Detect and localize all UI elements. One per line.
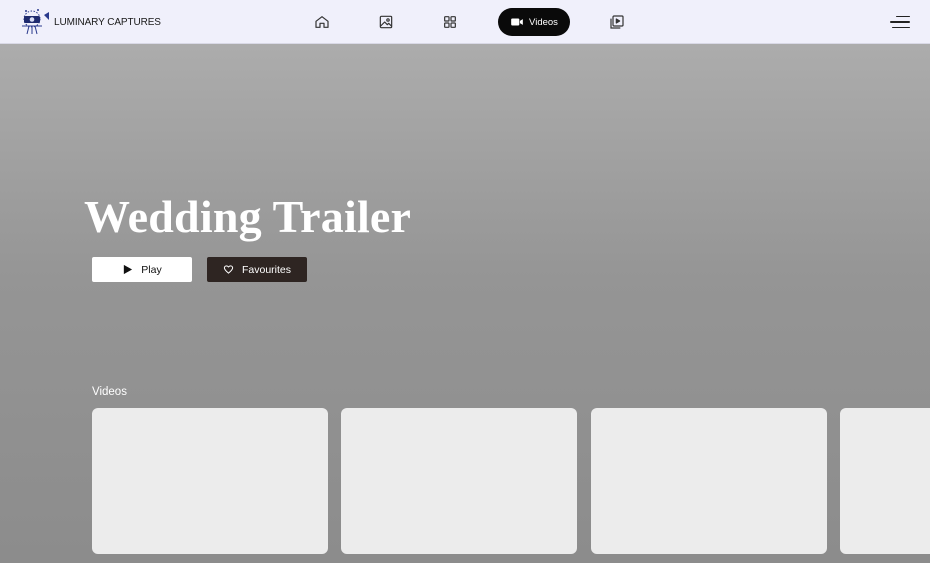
video-camera-icon <box>511 18 523 26</box>
top-navigation-bar: LUMINARY CAPTURES Videos <box>0 0 930 44</box>
video-card[interactable] <box>591 408 827 554</box>
video-card[interactable] <box>92 408 328 554</box>
menu-line <box>890 21 910 23</box>
favourites-button-label: Favourites <box>241 263 292 276</box>
videos-carousel <box>92 408 930 554</box>
play-button-label: Play <box>141 263 162 276</box>
nav-home[interactable] <box>308 8 336 36</box>
video-card[interactable] <box>840 408 930 554</box>
hero-section: Wedding Trailer Play Favourites Videos <box>0 44 930 563</box>
menu-line <box>896 15 910 18</box>
hamburger-menu-icon[interactable] <box>888 12 910 32</box>
play-button[interactable]: Play <box>92 257 192 282</box>
home-icon <box>315 16 329 28</box>
play-icon <box>124 264 133 275</box>
nav-videos[interactable]: Videos <box>498 8 570 36</box>
main-nav: Videos <box>0 0 930 44</box>
image-icon <box>379 15 393 29</box>
video-card[interactable] <box>341 408 577 554</box>
nav-gallery[interactable] <box>436 8 464 36</box>
nav-videos-label: Videos <box>529 16 558 28</box>
videos-section-label: Videos <box>92 386 127 398</box>
favourites-button[interactable]: Favourites <box>207 257 307 282</box>
page-title: Wedding Trailer <box>84 191 412 242</box>
grid-icon <box>444 16 456 28</box>
play-library-icon <box>610 15 624 29</box>
nav-photos[interactable] <box>372 8 400 36</box>
menu-line <box>892 26 910 29</box>
heart-icon <box>223 265 234 274</box>
nav-playlist[interactable] <box>603 8 631 36</box>
